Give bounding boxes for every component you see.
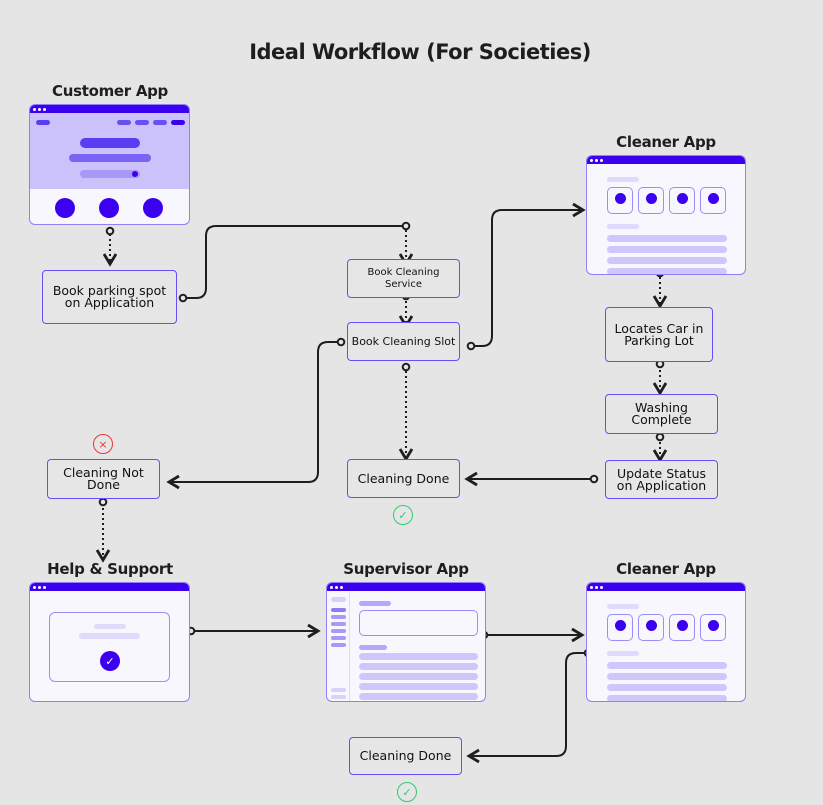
feature-icon bbox=[143, 198, 163, 218]
cleaner-app-label: Cleaner App bbox=[616, 560, 716, 578]
window-titlebar bbox=[30, 105, 189, 113]
check-icon: ✓ bbox=[100, 651, 120, 671]
sidebar-item bbox=[331, 615, 346, 619]
window-titlebar bbox=[327, 583, 485, 591]
window-titlebar bbox=[587, 583, 745, 591]
input-panel bbox=[359, 610, 478, 636]
fail-icon: × bbox=[93, 434, 113, 454]
port bbox=[655, 432, 665, 442]
node-washing-complete: Washing Complete bbox=[605, 394, 718, 434]
list-row bbox=[607, 695, 727, 701]
feature-icon bbox=[99, 198, 119, 218]
node-update-status: Update Status on Application bbox=[605, 460, 718, 499]
sidebar-item bbox=[331, 622, 346, 626]
nav-item bbox=[171, 120, 185, 125]
node-cleaning-done: Cleaning Done bbox=[347, 459, 460, 498]
list-row bbox=[607, 673, 727, 680]
port bbox=[105, 226, 115, 236]
node-locates-car: Locates Car in Parking Lot bbox=[605, 307, 713, 362]
sidebar-item bbox=[331, 629, 346, 633]
cleaner-app-window bbox=[586, 155, 746, 275]
input-dot bbox=[132, 171, 138, 177]
nav-item bbox=[135, 120, 149, 125]
port bbox=[401, 221, 411, 231]
port bbox=[466, 341, 476, 351]
node-book-service: Book Cleaning Service bbox=[347, 259, 460, 298]
node-cleaning-done-final: Cleaning Done bbox=[349, 737, 462, 775]
supervisor-app-window bbox=[326, 582, 486, 702]
list-row bbox=[607, 662, 727, 669]
list-row bbox=[607, 268, 727, 274]
node-book-slot: Book Cleaning Slot bbox=[347, 322, 460, 361]
sidebar-item bbox=[331, 643, 346, 647]
support-card: ✓ bbox=[49, 612, 170, 682]
window-titlebar bbox=[587, 156, 745, 164]
port bbox=[98, 497, 108, 507]
nav-item bbox=[153, 120, 167, 125]
connector-slot-to-notdone bbox=[166, 341, 341, 490]
list-row bbox=[359, 653, 478, 660]
list-row bbox=[607, 235, 727, 242]
list-row bbox=[359, 663, 478, 670]
sidebar-item bbox=[331, 597, 346, 602]
list-row bbox=[359, 693, 478, 700]
port bbox=[589, 474, 599, 484]
node-book-parking: Book parking spot on Application bbox=[42, 270, 177, 324]
port bbox=[336, 337, 346, 347]
connector-slot-to-cleaner bbox=[471, 202, 586, 347]
success-icon: ✓ bbox=[393, 505, 413, 525]
list-row bbox=[359, 673, 478, 680]
connector-cleaner-to-done bbox=[466, 652, 586, 764]
help-support-label: Help & Support bbox=[47, 560, 173, 578]
window-titlebar bbox=[30, 583, 189, 591]
list-row bbox=[607, 257, 727, 264]
customer-app-window bbox=[29, 104, 190, 225]
placeholder-heading bbox=[607, 651, 639, 656]
nav-item bbox=[117, 120, 131, 125]
success-icon: ✓ bbox=[397, 782, 417, 802]
task-card bbox=[700, 187, 726, 214]
nav-logo bbox=[36, 120, 50, 125]
placeholder-heading bbox=[607, 604, 639, 609]
list-row bbox=[359, 683, 478, 690]
cleaner-app-window bbox=[586, 582, 746, 702]
customer-app-label: Customer App bbox=[52, 82, 168, 100]
sidebar-item bbox=[331, 636, 346, 640]
task-card bbox=[669, 614, 695, 641]
sidebar-item bbox=[331, 608, 346, 612]
placeholder-heading bbox=[607, 177, 639, 182]
node-cleaning-not-done: Cleaning Not Done bbox=[47, 459, 160, 499]
task-card bbox=[669, 187, 695, 214]
port bbox=[401, 362, 411, 372]
hero-title bbox=[80, 138, 140, 148]
task-card bbox=[638, 187, 664, 214]
sidebar-item bbox=[331, 695, 346, 699]
placeholder-text bbox=[79, 633, 140, 639]
task-card bbox=[607, 187, 633, 214]
placeholder-heading bbox=[359, 601, 391, 606]
cleaner-app-label: Cleaner App bbox=[616, 133, 716, 151]
help-support-window: ✓ bbox=[29, 582, 190, 702]
feature-icon bbox=[55, 198, 75, 218]
placeholder-heading bbox=[607, 224, 639, 229]
hero-subtitle bbox=[69, 154, 151, 162]
placeholder-heading bbox=[359, 645, 387, 650]
port bbox=[178, 293, 188, 303]
list-row bbox=[607, 246, 727, 253]
task-card bbox=[607, 614, 633, 641]
task-card bbox=[700, 614, 726, 641]
supervisor-app-label: Supervisor App bbox=[343, 560, 469, 578]
sidebar-item bbox=[331, 688, 346, 692]
placeholder-heading bbox=[94, 624, 126, 629]
list-row bbox=[607, 684, 727, 691]
hero-input bbox=[80, 170, 140, 178]
task-card bbox=[638, 614, 664, 641]
